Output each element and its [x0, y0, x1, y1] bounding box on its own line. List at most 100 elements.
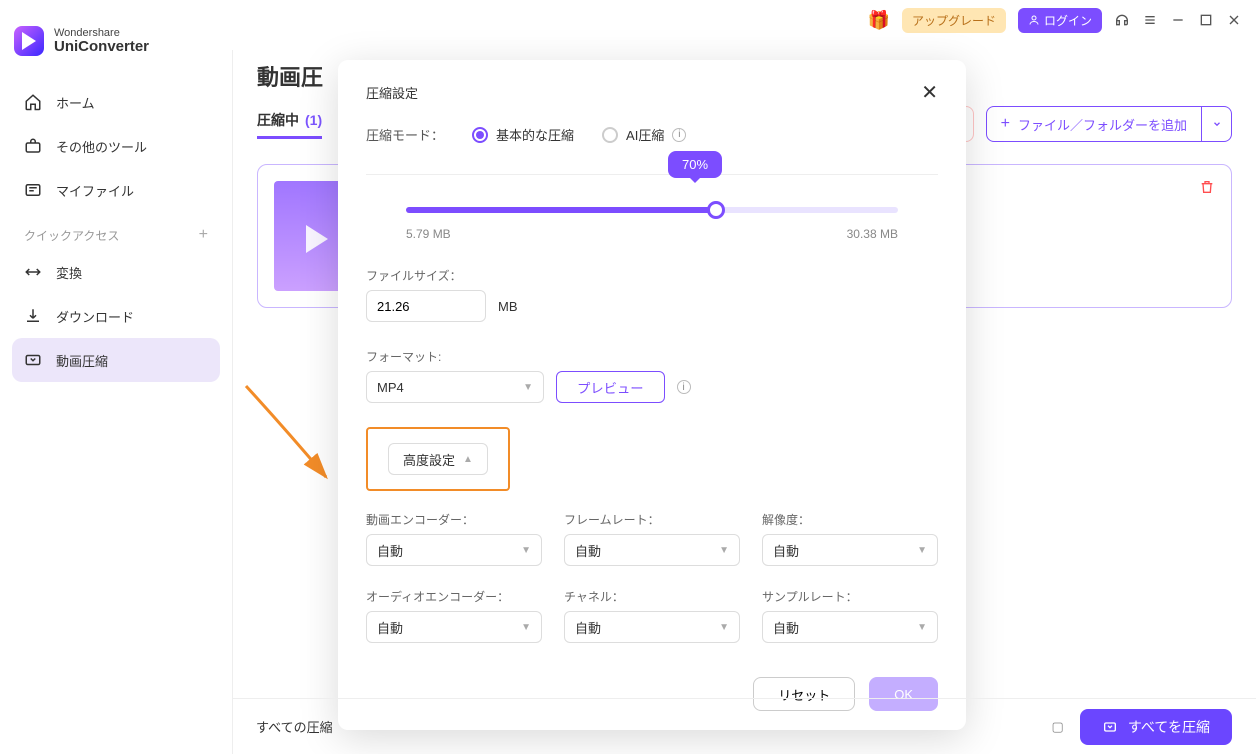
chevron-down-icon: ▼ — [719, 622, 729, 633]
sidebar-item-tools[interactable]: その他のツール — [12, 124, 220, 168]
sidebar-item-label: 変換 — [56, 263, 82, 282]
gift-icon[interactable]: 🎁 — [868, 10, 890, 31]
format-label: フォーマット: — [366, 348, 938, 365]
sidebar-item-label: ダウンロード — [56, 307, 134, 326]
select-value: 自動 — [575, 541, 601, 560]
maximize-icon[interactable] — [1198, 12, 1214, 28]
vcodec-label: 動画エンコーダー： — [366, 511, 542, 528]
logo-area: Wondershare UniConverter — [14, 26, 149, 56]
user-icon — [1028, 14, 1040, 26]
plus-icon: + — [1001, 115, 1010, 133]
sidebar-item-myfiles[interactable]: マイファイル — [12, 168, 220, 212]
sidebar: ホーム その他のツール マイファイル クイックアクセス + 変換 ダウンロード … — [0, 80, 232, 382]
preview-button[interactable]: プレビュー — [556, 371, 665, 403]
acodec-select[interactable]: 自動 ▼ — [366, 611, 542, 643]
channel-label: チャネル： — [564, 588, 740, 605]
slider-min: 5.79 MB — [406, 227, 451, 241]
add-file-dropdown[interactable] — [1202, 106, 1232, 142]
add-file-button[interactable]: + ファイル／フォルダーを追加 — [986, 106, 1202, 142]
fps-select[interactable]: 自動▼ — [564, 534, 740, 566]
radio-ai[interactable]: AI圧縮 i — [602, 125, 686, 144]
bottom-left-label: すべての圧縮 — [256, 717, 333, 736]
info-icon[interactable]: i — [677, 380, 691, 394]
sidebar-item-label: ホーム — [56, 93, 95, 112]
radio-dot-icon — [472, 127, 488, 143]
upgrade-button[interactable]: アップグレード — [902, 8, 1006, 33]
slider-thumb[interactable] — [707, 201, 725, 219]
select-value: 自動 — [575, 618, 601, 637]
sidebar-item-label: 動画圧縮 — [56, 351, 108, 370]
sidebar-item-label: その他のツール — [56, 137, 147, 156]
chevron-up-icon: ▲ — [463, 454, 473, 465]
chevron-down-icon: ▼ — [521, 545, 531, 556]
modal-close-icon[interactable]: ✕ — [921, 80, 938, 105]
advanced-toggle[interactable]: 高度設定 ▲ — [388, 443, 488, 475]
sidebar-item-home[interactable]: ホーム — [12, 80, 220, 124]
res-label: 解像度： — [762, 511, 938, 528]
tab-compressing[interactable]: 圧縮中 (1) — [257, 110, 322, 139]
convert-icon — [24, 263, 42, 281]
close-icon[interactable] — [1226, 12, 1242, 28]
slider-fill — [406, 207, 716, 213]
size-slider: 70% 5.79 MB 30.38 MB — [366, 175, 938, 241]
sidebar-item-convert[interactable]: 変換 — [12, 250, 220, 294]
filesize-unit: MB — [498, 299, 518, 314]
chevron-down-icon: ▼ — [521, 622, 531, 633]
brand-label: Wondershare — [54, 27, 149, 39]
add-file-label: ファイル／フォルダーを追加 — [1018, 115, 1187, 134]
advanced-label: 高度設定 — [403, 450, 455, 469]
bottom-bar: すべての圧縮 ▢ すべてを圧縮 — [232, 698, 1256, 754]
channel-select[interactable]: 自動 ▼ — [564, 611, 740, 643]
output-folder-icon[interactable]: ▢ — [1052, 719, 1064, 735]
menu-icon[interactable] — [1142, 12, 1158, 28]
sidebar-item-download[interactable]: ダウンロード — [12, 294, 220, 338]
login-button[interactable]: ログイン — [1018, 8, 1102, 33]
card-delete-icon[interactable] — [1199, 179, 1215, 195]
compress-settings-modal: 圧縮設定 ✕ 圧縮モード： 基本的な圧縮 AI圧縮 i 70% 5.79 MB 3… — [338, 60, 966, 730]
radio-label: 基本的な圧縮 — [496, 125, 574, 144]
res-select[interactable]: 自動 ▼ — [762, 534, 938, 566]
headset-icon[interactable] — [1114, 12, 1130, 28]
minimize-icon[interactable] — [1170, 12, 1186, 28]
mode-label: 圧縮モード： — [366, 125, 444, 144]
radio-dot-icon — [602, 127, 618, 143]
slider-max: 30.38 MB — [847, 227, 898, 241]
radio-label: AI圧縮 — [626, 125, 664, 144]
modal-title: 圧縮設定 — [366, 83, 418, 102]
chevron-down-icon — [1212, 119, 1222, 129]
select-value: 自動 — [377, 618, 403, 637]
chevron-down-icon: ▼ — [523, 382, 533, 393]
app-logo-icon — [14, 26, 44, 56]
product-label: UniConverter — [54, 39, 149, 56]
acodec-label: オーディオエンコーダー： — [366, 588, 542, 605]
slider-tooltip: 70% — [668, 151, 722, 178]
select-value: 自動 — [377, 541, 403, 560]
sidebar-item-compress[interactable]: 動画圧縮 — [12, 338, 220, 382]
select-value: 自動 — [773, 541, 799, 560]
compress-icon — [1102, 719, 1118, 735]
format-select[interactable]: MP4 ▼ — [366, 371, 544, 403]
sample-label: サンプルレート： — [762, 588, 938, 605]
folder-icon — [24, 181, 42, 199]
add-quick-icon[interactable]: + — [199, 226, 208, 244]
sample-select[interactable]: 自動 ▼ — [762, 611, 938, 643]
select-value: MP4 — [377, 380, 404, 395]
chevron-down-icon: ▼ — [917, 545, 927, 556]
fps-label: フレームレート： — [564, 511, 740, 528]
advanced-highlight: 高度設定 ▲ — [366, 427, 510, 491]
slider-track[interactable] — [406, 207, 898, 213]
compress-all-button[interactable]: すべてを圧縮 — [1080, 709, 1232, 745]
titlebar: 🎁 アップグレード ログイン — [0, 0, 1256, 40]
chevron-down-icon: ▼ — [917, 622, 927, 633]
filesize-input[interactable] — [366, 290, 486, 322]
vcodec-select[interactable]: 自動 ▼ — [366, 534, 542, 566]
select-value: 自動 — [773, 618, 799, 637]
sidebar-item-label: マイファイル — [56, 181, 134, 200]
radio-basic[interactable]: 基本的な圧縮 — [472, 125, 574, 144]
tab-label: 圧縮中 — [257, 110, 299, 130]
login-label: ログイン — [1044, 12, 1092, 29]
info-icon[interactable]: i — [672, 128, 686, 142]
home-icon — [24, 93, 42, 111]
tab-count: (1) — [305, 112, 322, 128]
quick-access-header: クイックアクセス + — [12, 212, 220, 250]
